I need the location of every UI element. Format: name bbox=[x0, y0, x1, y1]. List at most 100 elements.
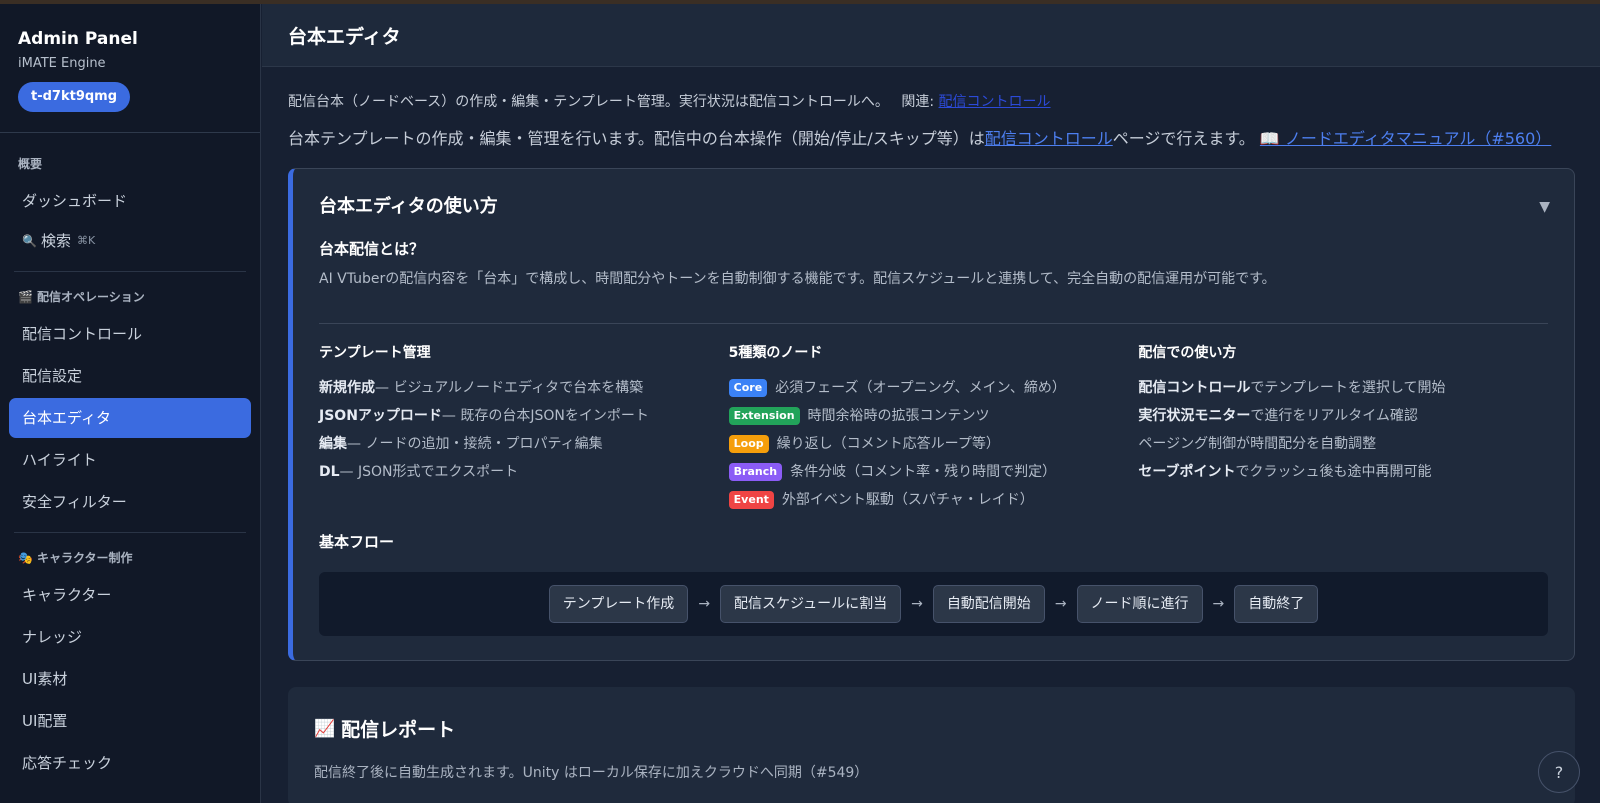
page-header: 台本エディタ bbox=[262, 4, 1600, 67]
sidebar-item-search-label: 検索 bbox=[40, 232, 71, 250]
brand-subtitle: iMATE Engine bbox=[18, 56, 106, 71]
list-item: 新規作成 — ビジュアルノードエディタで台本を構築 bbox=[319, 374, 729, 402]
node-badge-extension: Extension bbox=[728, 407, 800, 425]
nav-section-character: 🎭 キャラクター制作 bbox=[0, 547, 260, 569]
list-item: 編集 — ノードの追加・接続・プロパティ編集 bbox=[319, 430, 729, 458]
basic-flow-title: 基本フロー bbox=[319, 533, 395, 551]
sidebar-item-highlight[interactable]: ハイライト bbox=[9, 440, 251, 480]
guide-title[interactable]: 台本エディタの使い方 bbox=[319, 195, 1548, 219]
arrow-right-icon: → bbox=[911, 596, 923, 612]
sidebar-item-stream-control[interactable]: 配信コントロール bbox=[9, 314, 251, 354]
guide-columns: テンプレート管理 新規作成 — ビジュアルノードエディタで台本を構築 JSONア… bbox=[319, 344, 1548, 514]
search-shortcut: ⌘K bbox=[76, 234, 96, 247]
guide-divider bbox=[319, 323, 1548, 324]
flow-step: テンプレート作成 bbox=[548, 585, 689, 623]
detail-text-post: ページで行えます。 bbox=[1112, 129, 1255, 148]
report-title: 📈 配信レポート bbox=[314, 715, 1549, 742]
sidebar-item-ui-layout[interactable]: UI配置 bbox=[9, 701, 251, 741]
node-desc: 外部イベント駆動（スパチャ・レイド） bbox=[781, 492, 1034, 508]
theater-masks-icon: 🎭 bbox=[18, 551, 33, 565]
list-item: 実行状況モニター で進行をリアルタイム確認 bbox=[1138, 402, 1548, 430]
nav-section-ops-label: 配信オペレーション bbox=[36, 290, 145, 304]
basic-flow: テンプレート作成 → 配信スケジュールに割当 → 自動配信開始 → ノード順に進… bbox=[319, 572, 1548, 636]
detail-link-stream-control[interactable]: 配信コントロール bbox=[985, 129, 1113, 148]
list-item: セーブポイント でクラッシュ後も途中再開可能 bbox=[1138, 458, 1548, 486]
node-type-item: Extension 時間余裕時の拡張コンテンツ bbox=[728, 402, 1139, 430]
sidebar-item-ui-assets[interactable]: UI素材 bbox=[9, 659, 251, 699]
template-title: テンプレート管理 bbox=[319, 345, 431, 361]
node-desc: 必須フェーズ（オープニング、メイン、締め） bbox=[775, 380, 1066, 396]
sidebar-item-safety-filter[interactable]: 安全フィルター bbox=[9, 482, 251, 522]
node-desc: 繰り返し（コメント応答ループ等） bbox=[776, 436, 1000, 452]
nodes-title: 5種類のノード bbox=[728, 345, 823, 361]
flow-step: 自動配信開始 bbox=[932, 585, 1045, 623]
list-item: ページング制御が時間配分を自動調整 bbox=[1138, 430, 1548, 458]
item-text: — ビジュアルノードエディタで台本を構築 bbox=[375, 380, 644, 396]
flow-step: 自動終了 bbox=[1234, 585, 1319, 623]
node-editor-manual-link[interactable]: 📖 ノードエディタマニュアル（#560） bbox=[1260, 129, 1551, 148]
sidebar-item-knowledge[interactable]: ナレッジ bbox=[9, 617, 251, 657]
what-is-script-title: 台本配信とは？ bbox=[319, 240, 425, 258]
sidebar: Admin Panel iMATE Engine t-d7kt9qmg 概要 ダ… bbox=[0, 4, 261, 803]
nav-divider bbox=[14, 532, 246, 533]
list-item: DL — JSON形式でエクスポート bbox=[319, 458, 729, 486]
node-desc: 条件分岐（コメント率・残り時間で判定） bbox=[790, 464, 1057, 480]
what-is-script-desc: AI VTuberの配信内容を「台本」で構成し、時間配分やトーンを自動制御する機… bbox=[319, 271, 1276, 287]
node-badge-loop: Loop bbox=[728, 435, 769, 453]
item-strong: DL bbox=[319, 464, 340, 480]
brand: Admin Panel iMATE Engine t-d7kt9qmg bbox=[0, 4, 260, 133]
page-content: 配信台本（ノードベース）の作成・編集・テンプレート管理。実行状況は配信コントロー… bbox=[262, 67, 1600, 803]
report-title-text: 配信レポート bbox=[341, 719, 456, 741]
item-text: — JSON形式でエクスポート bbox=[339, 464, 519, 480]
item-strong: セーブポイント bbox=[1138, 464, 1236, 480]
item-text: でクラッシュ後も途中再開可能 bbox=[1235, 464, 1432, 480]
related-link-stream-control[interactable]: 配信コントロール bbox=[939, 94, 1051, 110]
nodes-column: 5種類のノード Core 必須フェーズ（オープニング、メイン、締め） Extens… bbox=[728, 344, 1139, 514]
node-type-item: Branch 条件分岐（コメント率・残り時間で判定） bbox=[728, 458, 1139, 486]
sidebar-nav: 概要 ダッシュボード 🔍 検索 ⌘K 🎬 配信オペレーション 配信コントロール … bbox=[0, 133, 260, 783]
item-text: — ノードの追加・接続・プロパティ編集 bbox=[347, 436, 603, 452]
page-description-detail: 台本テンプレートの作成・編集・管理を行います。配信中の台本操作（開始/停止/スキ… bbox=[288, 127, 1574, 151]
item-strong: 配信コントロール bbox=[1138, 380, 1251, 396]
report-card: 📈 配信レポート 配信終了後に自動生成されます。Unity はローカル保存に加え… bbox=[288, 687, 1575, 803]
tenant-badge[interactable]: t-d7kt9qmg bbox=[18, 82, 131, 112]
item-strong: 編集 bbox=[319, 436, 347, 452]
list-item: 配信コントロール でテンプレートを選択して開始 bbox=[1138, 374, 1548, 402]
page-description-text: 配信台本（ノードベース）の作成・編集・テンプレート管理。実行状況は配信コントロー… bbox=[288, 94, 889, 110]
arrow-right-icon: → bbox=[1212, 596, 1225, 612]
node-desc: 時間余裕時の拡張コンテンツ bbox=[807, 408, 990, 424]
usage-column: 配信での使い方 配信コントロール でテンプレートを選択して開始 実行状況モニターで… bbox=[1138, 344, 1548, 514]
clapperboard-icon: 🎬 bbox=[18, 290, 33, 304]
sidebar-item-stream-settings[interactable]: 配信設定 bbox=[9, 356, 251, 396]
collapse-toggle-icon[interactable]: ▼ bbox=[1539, 199, 1550, 215]
node-type-item: Event 外部イベント駆動（スパチャ・レイド） bbox=[728, 486, 1139, 514]
help-button[interactable]: ? bbox=[1538, 751, 1580, 793]
sidebar-item-character[interactable]: キャラクター bbox=[9, 575, 251, 615]
item-text: ページング制御が時間配分を自動調整 bbox=[1138, 436, 1377, 452]
brand-title: Admin Panel bbox=[18, 29, 138, 49]
item-text: でテンプレートを選択して開始 bbox=[1250, 380, 1446, 396]
arrow-right-icon: → bbox=[698, 596, 711, 612]
item-strong: JSONアップロード bbox=[319, 408, 442, 424]
page-description: 配信台本（ノードベース）の作成・編集・テンプレート管理。実行状況は配信コントロー… bbox=[288, 91, 1574, 113]
nav-section-overview: 概要 bbox=[18, 157, 43, 171]
item-text: で進行をリアルタイム確認 bbox=[1250, 408, 1418, 424]
list-item: JSONアップロード — 既存の台本JSONをインポート bbox=[319, 402, 729, 430]
nav-section-character-label: キャラクター制作 bbox=[36, 551, 133, 565]
sidebar-item-search[interactable]: 🔍 検索 ⌘K bbox=[9, 221, 251, 261]
main-area: 台本エディタ 配信台本（ノードベース）の作成・編集・テンプレート管理。実行状況は… bbox=[262, 4, 1600, 803]
related-label: 関連: bbox=[901, 94, 935, 110]
flow-step: ノード順に進行 bbox=[1076, 585, 1203, 623]
usage-title: 配信での使い方 bbox=[1138, 345, 1237, 361]
detail-text-pre: 台本テンプレートの作成・編集・管理を行います。配信中の台本操作（開始/停止/スキ… bbox=[288, 129, 985, 148]
sidebar-item-dashboard[interactable]: ダッシュボード bbox=[9, 181, 251, 221]
sidebar-item-script-editor[interactable]: 台本エディタ bbox=[9, 398, 251, 438]
node-type-item: Core 必須フェーズ（オープニング、メイン、締め） bbox=[728, 374, 1139, 402]
item-text: — 既存の台本JSONをインポート bbox=[441, 408, 649, 424]
report-description: 配信終了後に自動生成されます。Unity はローカル保存に加えクラウドへ同期（#… bbox=[314, 765, 869, 781]
sidebar-item-response-check[interactable]: 応答チェック bbox=[9, 743, 251, 783]
node-badge-branch: Branch bbox=[728, 463, 783, 481]
node-type-item: Loop 繰り返し（コメント応答ループ等） bbox=[728, 430, 1139, 458]
template-column: テンプレート管理 新規作成 — ビジュアルノードエディタで台本を構築 JSONア… bbox=[319, 344, 729, 514]
search-icon: 🔍 bbox=[22, 234, 37, 248]
